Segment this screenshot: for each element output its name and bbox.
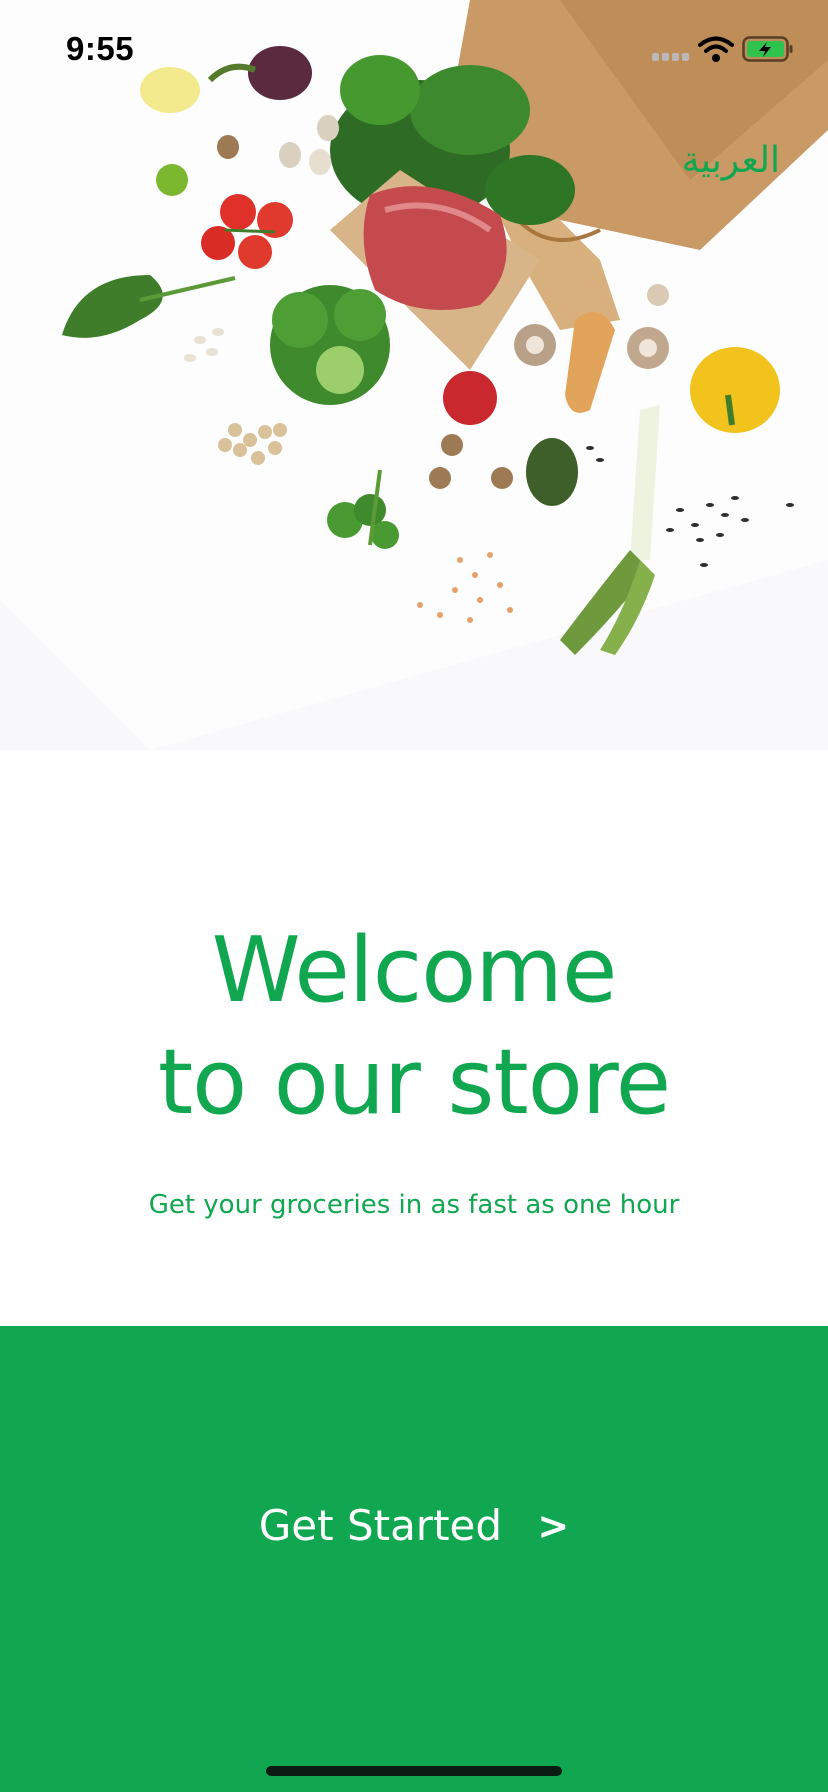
status-time: 9:55	[66, 30, 135, 67]
battery-charging-icon	[742, 36, 794, 62]
welcome-subtitle: Get your groceries in as fast as one hou…	[148, 1190, 680, 1220]
welcome-screen: العربية 9:55 Welcome to our store Get yo…	[0, 0, 828, 1792]
groceries-illustration	[0, 0, 828, 750]
apple-icon	[443, 371, 497, 425]
get-started-label: Get Started	[258, 1501, 503, 1550]
wifi-icon	[698, 36, 734, 62]
lime-icon	[156, 164, 188, 196]
cellular-signal-icon	[652, 53, 690, 61]
hero-grocery-image	[0, 0, 828, 750]
welcome-title-line-1: Welcome	[211, 918, 618, 1023]
get-started-panel[interactable]: Get Started >	[0, 1326, 828, 1792]
bell-pepper-icon	[690, 347, 780, 433]
welcome-title-line-2: to our store	[157, 1030, 671, 1135]
broccoli-icon	[270, 285, 390, 405]
welcome-title: Welcome to our store	[0, 915, 828, 1139]
get-started-button[interactable]: Get Started >	[0, 1498, 828, 1550]
language-switch-link[interactable]: العربية	[682, 140, 780, 181]
chevron-right-icon: >	[537, 1503, 570, 1548]
home-indicator[interactable]	[266, 1766, 562, 1776]
avocado-icon	[526, 438, 578, 506]
status-bar: 9:55	[0, 0, 828, 100]
